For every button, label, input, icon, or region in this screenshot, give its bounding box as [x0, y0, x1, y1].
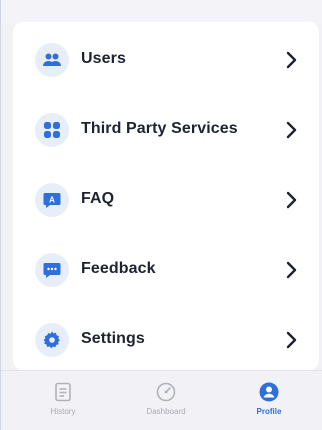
menu-item-label: Settings [81, 330, 145, 347]
chevron-right-icon [286, 191, 297, 209]
menu-item-faq[interactable]: A FAQ [13, 170, 319, 230]
chat-bubble-icon [35, 253, 69, 287]
menu-item-label: FAQ [81, 190, 115, 207]
grid-icon [35, 113, 69, 147]
svg-text:A: A [49, 196, 55, 205]
menu-item-users[interactable]: Users [13, 30, 319, 90]
bottom-tab-bar: History Dashboard Profile [1, 370, 322, 430]
menu-item-feedback[interactable]: Feedback [13, 240, 319, 300]
menu-item-settings[interactable]: Settings [13, 310, 319, 370]
tab-label: History [50, 407, 76, 416]
profile-icon [259, 382, 279, 402]
history-icon [55, 382, 71, 402]
settings-menu-card: Users Third Party Services A FAQ Feedbac… [13, 22, 319, 370]
chevron-right-icon [286, 331, 297, 349]
chevron-right-icon [286, 51, 297, 69]
app-screen: Users Third Party Services A FAQ Feedbac… [0, 0, 322, 430]
dashboard-icon [156, 382, 176, 402]
tab-history[interactable]: History [23, 381, 103, 425]
menu-item-label: Users [81, 50, 126, 67]
tab-label: Dashboard [146, 407, 186, 416]
gear-icon [35, 323, 69, 357]
tab-label: Profile [256, 407, 282, 416]
chevron-right-icon [286, 121, 297, 139]
users-icon [35, 43, 69, 77]
menu-item-label: Feedback [81, 260, 156, 277]
menu-item-third-party-services[interactable]: Third Party Services [13, 100, 319, 160]
faq-icon: A [35, 183, 69, 217]
tab-dashboard[interactable]: Dashboard [126, 381, 206, 425]
menu-item-label: Third Party Services [81, 120, 238, 137]
top-strip [1, 0, 322, 24]
tab-profile[interactable]: Profile [229, 381, 309, 425]
chevron-right-icon [286, 261, 297, 279]
